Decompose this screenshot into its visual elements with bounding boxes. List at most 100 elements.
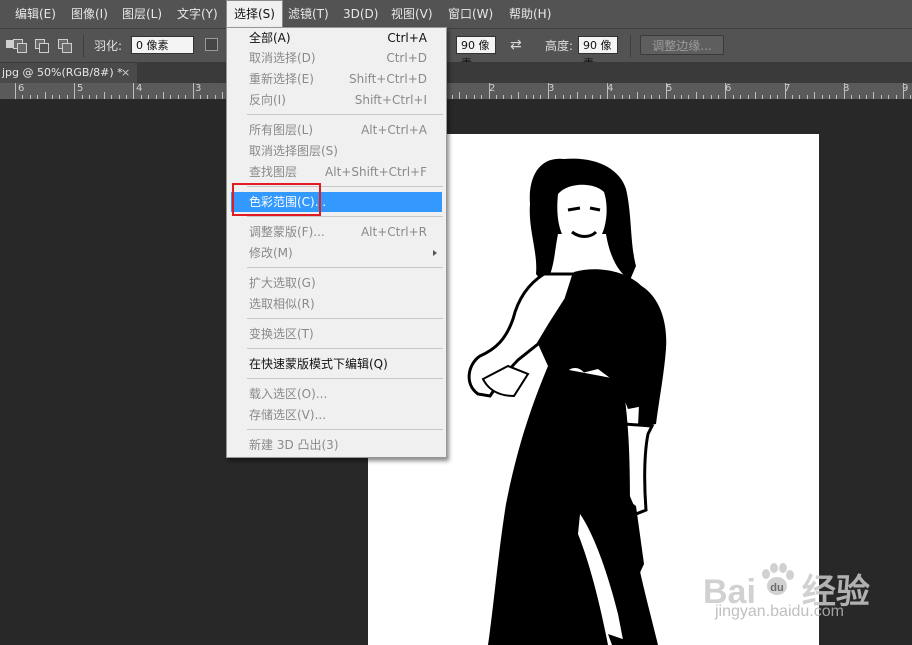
- ruler-tick: [740, 95, 741, 99]
- menu-separator: [247, 216, 443, 217]
- ruler-tick: [466, 95, 467, 99]
- feather-input[interactable]: 0 像素: [131, 36, 194, 54]
- ruler-tick: [681, 95, 682, 99]
- ruler-tick: [577, 92, 578, 99]
- menu-item-select-all[interactable]: 全部(A) Ctrl+A: [228, 28, 445, 48]
- ruler-tick: [888, 95, 889, 99]
- menu-filter[interactable]: 滤镜(T): [281, 0, 336, 28]
- ruler-tick: [459, 92, 460, 99]
- ruler-tick: [637, 92, 638, 99]
- ruler-tick: [822, 95, 823, 99]
- refine-edge-button[interactable]: 调整边缘...: [640, 35, 724, 55]
- ruler-tick: [748, 95, 749, 99]
- ruler-tick: [452, 95, 453, 99]
- ruler-tick: [851, 95, 852, 99]
- menu-bar: 编辑(E) 图像(I) 图层(L) 文字(Y) 选择(S) 滤镜(T) 3D(D…: [0, 0, 912, 28]
- menu-item-grow[interactable]: 扩大选取(G): [228, 273, 445, 293]
- paw-icon: du: [762, 563, 794, 595]
- ruler-tick: [770, 95, 771, 99]
- height-label: 高度:: [545, 39, 574, 53]
- ruler-tick: [526, 95, 527, 99]
- ruler-tick: [59, 95, 60, 99]
- menu-layer[interactable]: 图层(L): [115, 0, 169, 28]
- menu-edit[interactable]: 编辑(E): [8, 0, 63, 28]
- options-bar: 羽化: 0 像素 90 像素 ⇄ 高度: 90 像素 调整边缘...: [0, 28, 912, 70]
- ruler-tick: [474, 95, 475, 99]
- add-to-selection-icon[interactable]: [10, 36, 28, 54]
- menu-item-refine-mask[interactable]: 调整蒙版(F)... Alt+Ctrl+R: [228, 222, 445, 242]
- menu-type[interactable]: 文字(Y): [170, 0, 225, 28]
- menu-separator: [247, 348, 443, 349]
- menu-item-all-layers[interactable]: 所有图层(L) Alt+Ctrl+A: [228, 120, 445, 140]
- annotation-highlight-box: [232, 183, 321, 216]
- swap-dimensions-icon[interactable]: ⇄: [510, 36, 530, 54]
- ruler-tick: [600, 95, 601, 99]
- document-tab[interactable]: jpg @ 50%(RGB/8#) * ×: [0, 63, 137, 83]
- ruler-tick: [785, 83, 786, 99]
- menu-separator: [247, 114, 443, 115]
- menu-item-save-selection[interactable]: 存储选区(V)...: [228, 405, 445, 425]
- select-menu-dropdown: 全部(A) Ctrl+A 取消选择(D) Ctrl+D 重新选择(E) Shif…: [226, 27, 447, 458]
- menu-item-new-3d-extrusion[interactable]: 新建 3D 凸出(3): [228, 435, 445, 455]
- width-input[interactable]: 90 像素: [456, 36, 496, 70]
- intersect-selection-icon[interactable]: [55, 36, 73, 54]
- menu-view[interactable]: 视图(V): [384, 0, 440, 28]
- ruler-tick: [533, 95, 534, 99]
- subtract-from-selection-icon[interactable]: [32, 36, 50, 54]
- menu-separator: [247, 267, 443, 268]
- ruler-tick: [555, 95, 556, 99]
- ruler-tick: [30, 95, 31, 99]
- watermark-url: jingyan.baidu.com: [715, 603, 844, 620]
- ruler-tick: [170, 95, 171, 99]
- submenu-arrow-icon: [433, 250, 437, 256]
- ruler-tick: [503, 95, 504, 99]
- ruler-tick: [126, 95, 127, 99]
- menu-image[interactable]: 图像(I): [64, 0, 115, 28]
- menu-item-quick-mask[interactable]: 在快速蒙版模式下编辑(Q): [228, 354, 445, 374]
- ruler-tick: [540, 95, 541, 99]
- ruler-tick: [148, 95, 149, 99]
- ruler-tick: [74, 83, 75, 99]
- menu-item-similar[interactable]: 选取相似(R): [228, 294, 445, 314]
- menu-select[interactable]: 选择(S): [226, 0, 283, 28]
- ruler-tick: [896, 95, 897, 99]
- ruler-tick: [96, 95, 97, 99]
- ruler-tick: [185, 95, 186, 99]
- menu-item-reselect[interactable]: 重新选择(E) Shift+Ctrl+D: [228, 69, 445, 89]
- ruler-tick: [200, 95, 201, 99]
- ruler-tick: [799, 95, 800, 99]
- ruler-tick: [45, 92, 46, 99]
- height-input[interactable]: 90 像素: [578, 36, 618, 70]
- ruler-tick: [178, 95, 179, 99]
- ruler-tick: [859, 95, 860, 99]
- menu-item-find-layers[interactable]: 查找图层 Alt+Shift+Ctrl+F: [228, 162, 445, 182]
- menu-item-transform-selection[interactable]: 变换选区(T): [228, 324, 445, 344]
- menu-item-deselect-layers[interactable]: 取消选择图层(S): [228, 141, 445, 161]
- ruler-tick: [903, 83, 904, 99]
- ruler-tick: [910, 95, 911, 99]
- ruler-tick: [222, 92, 223, 99]
- ruler-tick: [844, 83, 845, 99]
- ruler-tick: [829, 95, 830, 99]
- menu-separator: [247, 378, 443, 379]
- menu-3d[interactable]: 3D(D): [336, 0, 385, 28]
- menu-window[interactable]: 窗口(W): [441, 0, 500, 28]
- ruler-tick: [711, 95, 712, 99]
- ruler-label: 6: [18, 83, 25, 94]
- ruler-tick: [651, 95, 652, 99]
- ruler-tick: [511, 95, 512, 99]
- menu-item-modify[interactable]: 修改(M): [228, 243, 445, 263]
- ruler-tick: [67, 95, 68, 99]
- ruler-tick: [873, 92, 874, 99]
- ruler-tick: [156, 95, 157, 99]
- menu-item-load-selection[interactable]: 载入选区(O)...: [228, 384, 445, 404]
- close-tab-icon[interactable]: ×: [121, 63, 130, 83]
- ruler-tick: [89, 95, 90, 99]
- menu-item-inverse[interactable]: 反向(I) Shift+Ctrl+I: [228, 90, 445, 110]
- ruler-tick: [622, 95, 623, 99]
- menu-help[interactable]: 帮助(H): [502, 0, 558, 28]
- horizontal-ruler: 6 5 4 3 2 1 0 1 2 3 4 5 6 7 8 9: [0, 83, 912, 100]
- ruler-tick: [548, 83, 549, 99]
- anti-alias-checkbox[interactable]: [205, 38, 218, 51]
- menu-item-deselect[interactable]: 取消选择(D) Ctrl+D: [228, 48, 445, 68]
